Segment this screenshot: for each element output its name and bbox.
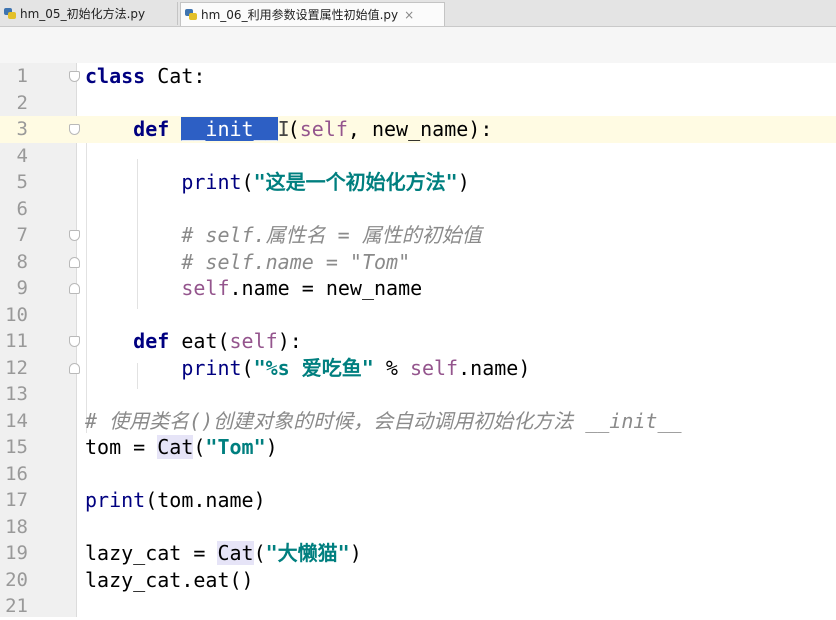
line-number: 4	[16, 144, 28, 167]
fold-close-icon[interactable]	[69, 256, 80, 268]
line-number: 15	[5, 436, 28, 458]
code-line: 18	[0, 514, 836, 541]
line-number: 9	[16, 277, 28, 299]
code-line: 19 lazy_cat = Cat("大懒猫")	[0, 540, 836, 567]
close-icon[interactable]: ×	[404, 8, 414, 22]
tab-label: hm_05_初始化方法.py	[20, 7, 146, 21]
fold-close-icon[interactable]	[69, 283, 80, 294]
code-line-current: 3 def __init__I(self, new_name):	[0, 116, 836, 143]
line-number: 14	[5, 409, 28, 432]
editor-breadcrumb-strip	[0, 27, 836, 63]
fold-open-icon[interactable]	[69, 230, 80, 241]
python-file-icon	[185, 8, 198, 21]
line-number: 11	[5, 330, 28, 352]
line-code: # self.属性名 = 属性的初始值	[181, 223, 482, 247]
code-line: 6	[0, 196, 836, 223]
line-code: def __init__I(self, new_name):	[133, 117, 493, 141]
tab-hm-06[interactable]: hm_06_利用参数设置属性初始值.py ×	[180, 2, 445, 26]
code-line: 7 # self.属性名 = 属性的初始值	[0, 222, 836, 249]
code-line: 5 print("这是一个初始化方法")	[0, 169, 836, 196]
code-line: 4	[0, 143, 836, 170]
line-number: 19	[5, 542, 28, 564]
line-code: # self.name = "Tom"	[181, 249, 411, 274]
code-line: 8 # self.name = "Tom"	[0, 249, 836, 276]
fold-close-icon[interactable]	[69, 362, 80, 374]
code-line: 12 print("%s 爱吃鱼" % self.name)	[0, 355, 836, 382]
line-code: print(tom.name)	[85, 488, 266, 512]
line-code: def eat(self):	[133, 329, 302, 353]
line-number: 16	[5, 462, 28, 485]
code-line: 16	[0, 461, 836, 488]
line-code: lazy_cat = Cat("大懒猫")	[85, 541, 362, 565]
code-line: 14 # 使用类名()创建对象的时候，会自动调用初始化方法 __init__	[0, 408, 836, 435]
line-number: 5	[16, 171, 28, 193]
line-number: 8	[16, 250, 28, 273]
line-number: 21	[5, 595, 28, 617]
line-code: # 使用类名()创建对象的时候，会自动调用初始化方法 __init__	[85, 408, 682, 433]
line-number: 18	[5, 515, 28, 538]
code-line: 13	[0, 381, 836, 408]
line-number: 13	[5, 383, 28, 405]
selected-text: __init__	[181, 117, 278, 141]
code-line: 17 print(tom.name)	[0, 487, 836, 514]
line-code: tom = Cat("Tom")	[85, 435, 278, 459]
line-code: class Cat:	[85, 64, 206, 88]
line-code: print("%s 爱吃鱼" % self.name)	[181, 355, 531, 380]
line-code: self.name = new_name	[181, 276, 423, 300]
editor-tab-bar: hm_05_初始化方法.py hm_06_利用参数设置属性初始值.py ×	[0, 0, 836, 27]
code-line: 2	[0, 90, 836, 117]
code-line: 9 self.name = new_name	[0, 275, 836, 302]
fold-open-icon[interactable]	[69, 71, 80, 82]
tab-label: hm_06_利用参数设置属性初始值.py	[201, 8, 399, 22]
tab-hm-05[interactable]: hm_05_初始化方法.py	[0, 2, 178, 25]
line-number: 12	[5, 356, 28, 379]
line-code: print("这是一个初始化方法")	[181, 170, 470, 194]
line-number: 7	[16, 224, 28, 246]
line-code: lazy_cat.eat()	[85, 567, 254, 592]
line-number: 1	[16, 65, 28, 87]
line-number: 20	[5, 568, 28, 591]
line-number: 2	[16, 91, 28, 114]
code-line: 21	[0, 593, 836, 620]
code-line: 11 def eat(self):	[0, 328, 836, 355]
line-number: 3	[16, 118, 28, 140]
fold-open-icon[interactable]	[69, 124, 80, 135]
line-number: 6	[16, 197, 28, 220]
code-line: 15 tom = Cat("Tom")	[0, 434, 836, 461]
python-file-icon	[4, 7, 17, 20]
code-line: 1 class Cat:	[0, 63, 836, 90]
code-editor[interactable]: 1 class Cat: 2 3 def __init__I(self, new…	[0, 63, 836, 617]
text-cursor-icon: I	[277, 117, 290, 141]
fold-open-icon[interactable]	[69, 336, 80, 347]
line-number: 17	[5, 489, 28, 511]
code-line: 20 lazy_cat.eat()	[0, 567, 836, 594]
code-line: 10	[0, 302, 836, 329]
line-number: 10	[5, 303, 28, 326]
